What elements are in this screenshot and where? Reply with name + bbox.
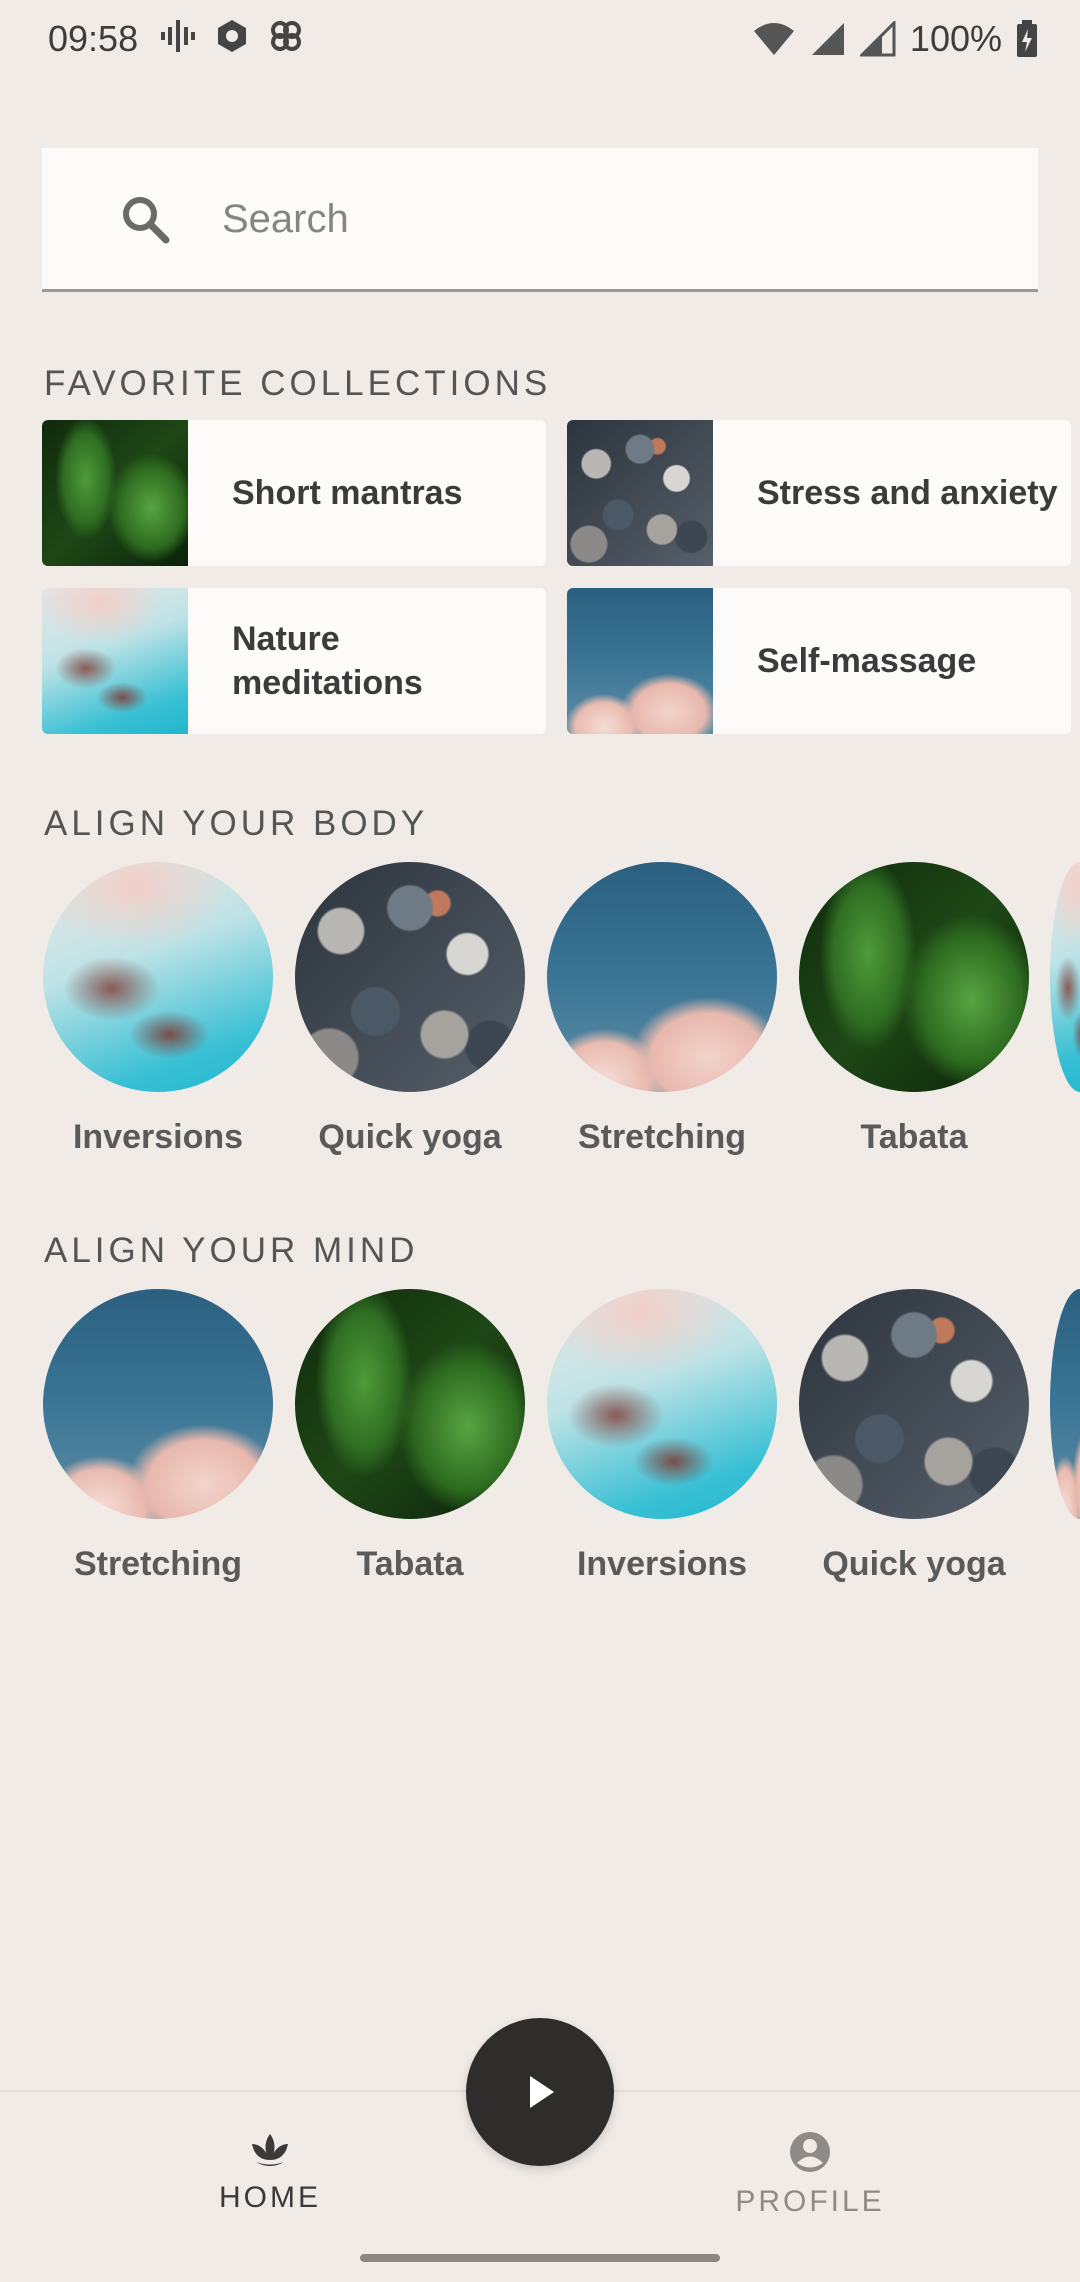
body-item-partial[interactable] [1050, 862, 1080, 1092]
collection-thumbnail [42, 420, 188, 566]
play-icon [530, 2076, 554, 2108]
body-item-quick-yoga[interactable]: Quick yoga [295, 862, 525, 1157]
hexagon-icon [218, 20, 246, 52]
item-label: Stretching [73, 1545, 243, 1583]
mind-item-inversions[interactable]: Inversions [547, 1289, 777, 1584]
collection-label: Short mantras [232, 474, 463, 512]
collection-self-massage[interactable]: Self-massage [567, 588, 1071, 734]
item-label: Tabata [860, 1118, 968, 1156]
home-indicator[interactable] [360, 2254, 720, 2262]
fan-icon [271, 21, 301, 51]
mind-item-stretching[interactable]: Stretching [43, 1289, 273, 1584]
item-image [295, 1289, 525, 1519]
battery-percent: 100% [909, 18, 1002, 59]
account-circle-icon [790, 2132, 830, 2172]
lotus-icon [252, 2134, 288, 2166]
item-image [43, 1289, 273, 1519]
search-input[interactable] [220, 186, 1004, 252]
mind-item-tabata[interactable]: Tabata [295, 1289, 525, 1584]
item-image [799, 862, 1029, 1092]
item-image [295, 862, 525, 1092]
item-image [547, 1289, 777, 1519]
collection-stress-and-anxiety[interactable]: Stress and anxiety [567, 420, 1071, 566]
item-label: Quick yoga [822, 1545, 1006, 1583]
status-time: 09:58 [48, 18, 139, 59]
battery-charging-icon [1017, 20, 1037, 57]
play-button[interactable] [466, 2018, 614, 2166]
item-label: Inversions [576, 1545, 748, 1583]
search-box[interactable] [42, 148, 1038, 292]
item-image [547, 862, 777, 1092]
nav-profile[interactable]: PROFILE [710, 2130, 910, 2219]
nav-home-label: HOME [219, 2181, 321, 2214]
status-bar: 09:58 100% [0, 0, 1080, 80]
body-item-tabata[interactable]: Tabata [799, 862, 1029, 1157]
align-your-body-title: ALIGN YOUR BODY [44, 804, 429, 843]
align-your-mind-title: ALIGN YOUR MIND [44, 1231, 419, 1270]
collection-thumbnail [567, 588, 713, 734]
podcast-icon [161, 20, 195, 52]
mind-item-quick-yoga[interactable]: Quick yoga [799, 1289, 1029, 1584]
collection-label: Self-massage [757, 642, 977, 680]
item-label: Quick yoga [318, 1118, 502, 1156]
collection-label: Stress and anxiety [757, 474, 1058, 512]
collection-nature-meditations[interactable]: Nature meditations [42, 588, 546, 734]
collection-thumbnail [567, 420, 713, 566]
favorite-collections-title: FAVORITE COLLECTIONS [44, 364, 552, 403]
body-item-stretching[interactable]: Stretching [547, 862, 777, 1157]
mind-item-partial[interactable] [1050, 1289, 1080, 1519]
item-image [799, 1289, 1029, 1519]
collection-short-mantras[interactable]: Short mantras [42, 420, 546, 566]
item-image [43, 862, 273, 1092]
item-label: Stretching [577, 1118, 747, 1156]
body-item-inversions[interactable]: Inversions [43, 862, 273, 1157]
nav-profile-label: PROFILE [735, 2185, 885, 2218]
search-icon [123, 197, 170, 244]
collection-thumbnail [42, 588, 188, 734]
wifi-icon [753, 23, 794, 55]
cell-signal-icon [859, 21, 896, 57]
cell-signal-icon [811, 23, 844, 55]
collection-label: Nature meditations [232, 620, 423, 702]
item-label: Tabata [356, 1545, 464, 1583]
item-label: Inversions [72, 1118, 244, 1156]
nav-home[interactable]: HOME [170, 2130, 370, 2215]
